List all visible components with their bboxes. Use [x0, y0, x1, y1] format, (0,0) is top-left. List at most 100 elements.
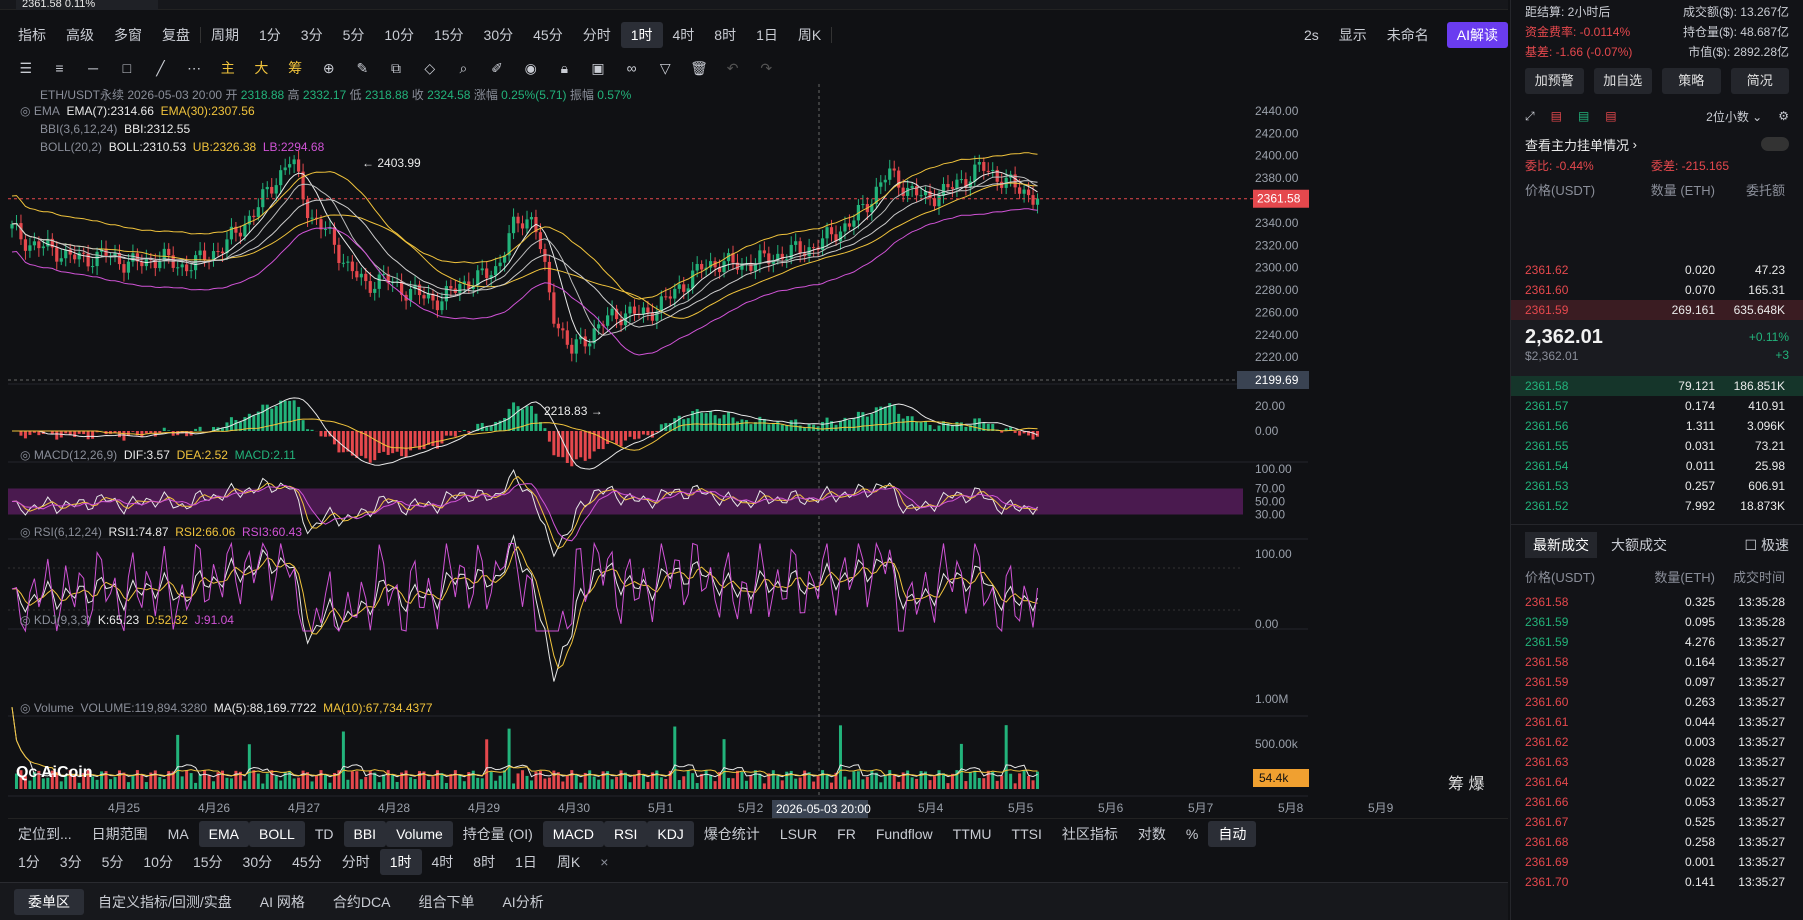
copy-icon[interactable]: ⧉ [386, 58, 406, 78]
main-order-row[interactable]: 查看主力挂单情况 › [1511, 132, 1803, 156]
indicator-19[interactable]: 自动 [1208, 820, 1257, 847]
ticker-box[interactable]: 2361.58 0.11% [16, 0, 158, 10]
indicator-11[interactable]: LSUR [770, 821, 827, 847]
link-icon[interactable]: ∞ [622, 58, 642, 78]
volume-legend[interactable]: ◎ Volume VOLUME:119,894.3280 MA(5):88,16… [20, 701, 433, 715]
asks-row[interactable]: 2361.60 0.070 165.31 [1511, 280, 1803, 300]
indicator-18[interactable]: % [1176, 821, 1208, 847]
indicator-3[interactable]: TD [305, 821, 344, 847]
toolbar-item-1[interactable]: 高级 [56, 22, 104, 48]
bids-row[interactable]: 2361.57 0.174 410.91 [1511, 396, 1803, 416]
indicator-14[interactable]: TTMU [943, 821, 1002, 847]
indicator-15[interactable]: TTSI [1002, 821, 1052, 847]
period-10[interactable]: 8时 [463, 849, 505, 875]
toolbar-item-19[interactable]: 显示 [1329, 22, 1377, 48]
toolbar-item-11[interactable]: 45分 [523, 22, 573, 48]
bids-row[interactable]: 2361.56 1.311 3.096K [1511, 416, 1803, 436]
footer-tab-0[interactable]: 委单区 [14, 888, 84, 915]
bids-row[interactable]: 2361.58 79.121 186.851K [1511, 376, 1803, 396]
main-order-link[interactable]: 查看主力挂单情况 [1525, 135, 1629, 154]
close-icon[interactable]: × [590, 849, 618, 875]
trade-tab-2[interactable]: ☐ 极速 [1745, 535, 1789, 555]
action-button-1[interactable]: 加自选 [1593, 68, 1652, 94]
indicator-1[interactable]: EMA [198, 820, 250, 847]
bottom-left-1[interactable]: 日期范围 [82, 821, 158, 847]
toolbar-item-17[interactable]: 周K [788, 22, 831, 48]
decimals-select[interactable]: 2位小数 ⌄ [1706, 108, 1762, 125]
footer-tab-4[interactable]: 组合下单 [404, 889, 488, 915]
toolbar-item-21[interactable]: AI解读 [1446, 22, 1508, 48]
toolbar-item-12[interactable]: 分时 [573, 22, 621, 48]
kdj-legend[interactable]: ◎ KDJ(9,3,3) K:65.23 D:52.32 J:91.04 [20, 613, 234, 627]
filter-icon[interactable]: ▽ [655, 58, 675, 78]
action-button-2[interactable]: 策略 [1662, 68, 1721, 94]
settings-icon[interactable]: ⚙ [1778, 109, 1789, 123]
brush-icon[interactable]: ✐ [487, 58, 507, 78]
period-8[interactable]: 1时 [379, 849, 422, 875]
indicator-16[interactable]: 社区指标 [1052, 821, 1128, 847]
indicator-12[interactable]: FR [827, 821, 866, 847]
indicator-4[interactable]: BBI [343, 820, 387, 847]
both-side-icon[interactable]: ▤ [1551, 109, 1562, 123]
period-7[interactable]: 分时 [332, 849, 380, 875]
pen-icon[interactable]: ✎ [353, 58, 373, 78]
kline-chart[interactable]: 2440.002420.002400.002380.002360.002340.… [8, 84, 1508, 829]
zoom-icon[interactable]: ⌕ [454, 58, 474, 78]
main-order-toggle[interactable] [1761, 137, 1789, 151]
indicator-17[interactable]: 对数 [1128, 821, 1176, 847]
chip-icon[interactable]: 筹 [285, 58, 305, 78]
action-button-3[interactable]: 简况 [1730, 68, 1789, 94]
trendline-icon[interactable]: ╱ [151, 58, 171, 78]
period-5[interactable]: 30分 [233, 849, 283, 875]
redo-icon[interactable]: ↷ [756, 58, 776, 78]
period-3[interactable]: 10分 [133, 849, 183, 875]
menu-icon[interactable]: ☰ [16, 58, 36, 78]
toolbar-item-8[interactable]: 10分 [374, 22, 424, 48]
toolbar-item-9[interactable]: 15分 [424, 22, 474, 48]
save-icon[interactable]: ▣ [588, 58, 608, 78]
main-force-icon[interactable]: 主 [218, 58, 238, 78]
big-order-icon[interactable]: 大 [252, 58, 272, 78]
indicator-6[interactable]: 持仓量 (OI) [453, 821, 543, 847]
toolbar-item-2[interactable]: 多窗 [104, 22, 152, 48]
toolbar-item-7[interactable]: 5分 [333, 22, 375, 48]
indicator-13[interactable]: Fundflow [866, 821, 943, 847]
period-11[interactable]: 1日 [505, 849, 547, 875]
horizontal-line-icon[interactable]: ─ [83, 58, 103, 78]
magnet-icon[interactable]: ⊕ [319, 58, 339, 78]
lock-icon[interactable]: 🔒︎ [555, 58, 575, 78]
asks-row[interactable]: 2361.59 269.161 635.648K [1511, 300, 1803, 320]
rsi-legend[interactable]: ◎ RSI(6,12,24) RSI1:74.87 RSI2:66.06 RSI… [20, 525, 302, 539]
bids-row[interactable]: 2361.53 0.257 606.91 [1511, 476, 1803, 496]
asks-only-icon[interactable]: ▤ [1605, 109, 1616, 123]
ob-head-2[interactable]: 委托额 [1715, 176, 1785, 206]
indicator-7[interactable]: MACD [542, 820, 605, 847]
ruler-icon[interactable]: ◇ [420, 58, 440, 78]
rectangle-icon[interactable]: □ [117, 58, 137, 78]
indicator-5[interactable]: Volume [386, 820, 453, 847]
indicator-0[interactable]: MA [158, 821, 199, 847]
toolbar-item-14[interactable]: 4时 [663, 22, 705, 48]
bids-row[interactable]: 2361.54 0.011 25.98 [1511, 456, 1803, 476]
ema-legend[interactable]: ◎ EMA EMA(7):2314.66 EMA(30):2307.56 [20, 104, 255, 118]
dots-icon[interactable]: ⋯ [184, 58, 204, 78]
toolbar-item-13[interactable]: 1时 [620, 22, 663, 48]
toolbar-item-6[interactable]: 3分 [291, 22, 333, 48]
indicator-9[interactable]: KDJ [647, 820, 694, 847]
undo-icon[interactable]: ↶ [723, 58, 743, 78]
indicator-8[interactable]: RSI [604, 820, 648, 847]
expand-icon[interactable]: ⤢ [1525, 109, 1535, 124]
period-2[interactable]: 5分 [92, 849, 134, 875]
trade-tab-1[interactable]: 大额成交 [1611, 535, 1667, 555]
macd-legend[interactable]: ◎ MACD(12,26,9) DIF:3.57 DEA:2.52 MACD:2… [20, 448, 296, 462]
period-12[interactable]: 周K [547, 849, 590, 875]
action-button-0[interactable]: 加预警 [1525, 68, 1584, 94]
toolbar-item-0[interactable]: 指标 [8, 22, 56, 48]
bids-row[interactable]: 2361.52 7.992 18.873K [1511, 496, 1803, 516]
trade-tab-0[interactable]: 最新成交 [1525, 531, 1597, 558]
trash-icon[interactable]: 🗑︎ [689, 58, 709, 78]
period-0[interactable]: 1分 [8, 849, 50, 875]
toolbar-item-5[interactable]: 1分 [249, 22, 291, 48]
period-9[interactable]: 4时 [422, 849, 464, 875]
ob-head-0[interactable]: 价格(USDT) [1525, 176, 1625, 206]
